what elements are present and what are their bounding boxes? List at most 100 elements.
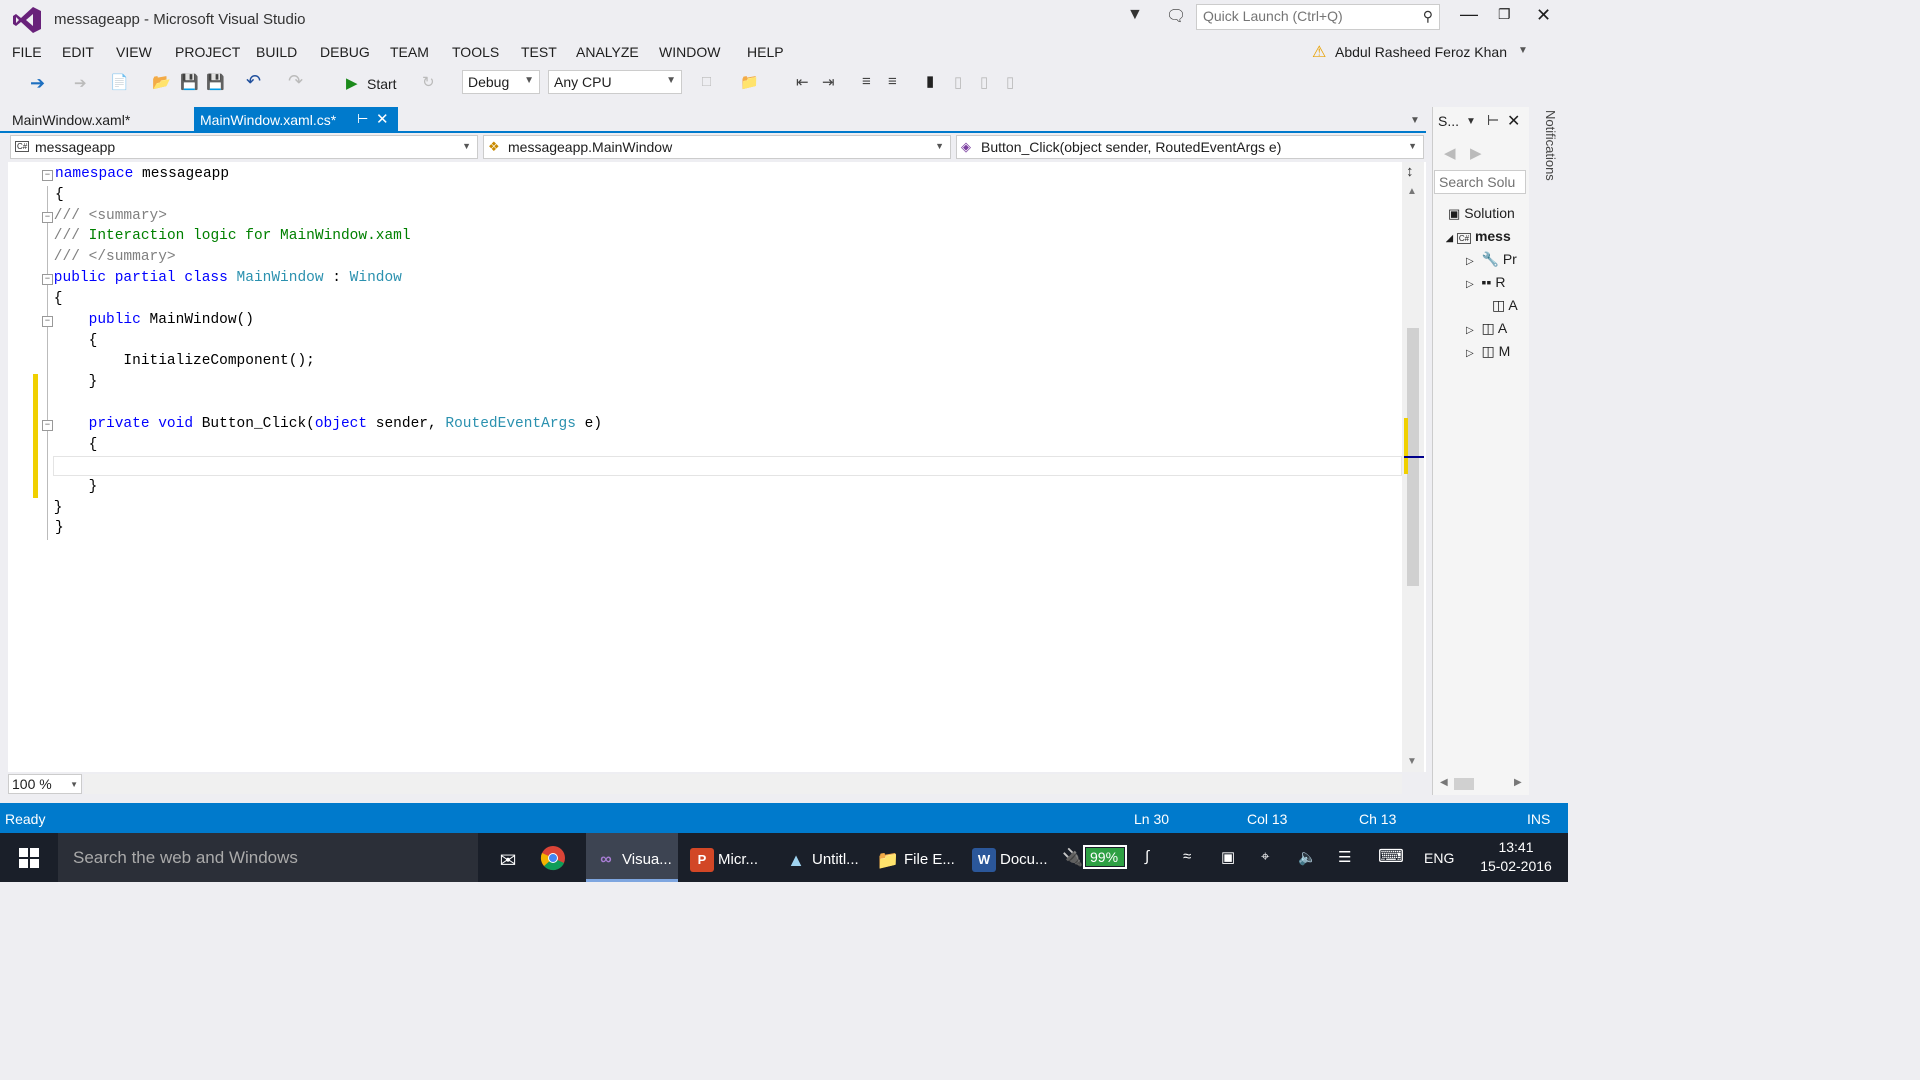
comment-icon[interactable]: ≡ xyxy=(862,73,871,90)
start-icon[interactable]: ▶ xyxy=(346,74,358,92)
account-dropdown-icon[interactable]: ▼ xyxy=(1518,45,1528,56)
user-account[interactable]: Abdul Rasheed Feroz Khan xyxy=(1335,44,1507,60)
tree-item-mainwindow-xaml[interactable]: ▷ ◫ M xyxy=(1466,343,1528,360)
close-tab-icon[interactable]: ✕ xyxy=(376,110,389,128)
notifications-tab[interactable]: Notifications xyxy=(1536,110,1558,200)
keyboard-icon[interactable]: ⌨ xyxy=(1378,846,1404,867)
step-over-icon[interactable]: ⇥ xyxy=(822,73,835,91)
quick-launch-input[interactable] xyxy=(1197,5,1419,27)
save-icon[interactable]: 💾 xyxy=(180,73,199,91)
split-icon[interactable]: ↕ xyxy=(1406,163,1414,180)
code-line[interactable]: namespace messageapp xyxy=(55,166,229,182)
next-bookmark-icon[interactable]: ▯ xyxy=(980,73,988,91)
minimize-button[interactable]: — xyxy=(1460,4,1478,25)
menu-edit[interactable]: EDIT xyxy=(62,44,94,60)
project-nav-dropdown[interactable]: C# messageapp ▼ xyxy=(10,135,478,159)
network-device-icon[interactable]: ≈ xyxy=(1183,848,1191,865)
menu-debug[interactable]: DEBUG xyxy=(320,44,370,60)
new-project-icon[interactable]: 📄 xyxy=(110,73,129,91)
quick-launch-box[interactable]: ⚲ xyxy=(1196,4,1440,30)
language-indicator[interactable]: ENG xyxy=(1424,850,1454,866)
panel-menu-icon[interactable]: ▼ xyxy=(1466,116,1476,127)
code-line[interactable]: private void Button_Click(object sender,… xyxy=(19,416,602,432)
undo-icon[interactable]: ↶ xyxy=(246,71,261,92)
step-icon[interactable]: ⇤ xyxy=(796,73,809,91)
member-nav-dropdown[interactable]: ◈ Button_Click(object sender, RoutedEven… xyxy=(956,135,1424,159)
solution-search-input[interactable]: Search Solu xyxy=(1434,170,1526,194)
action-center-icon[interactable]: ☰ xyxy=(1338,848,1351,866)
open-file-icon[interactable]: 📂 xyxy=(152,73,171,91)
back-icon[interactable]: ◀ xyxy=(1444,144,1456,162)
horizontal-scrollbar[interactable] xyxy=(84,774,1402,794)
restore-button[interactable]: ❐ xyxy=(1498,6,1511,23)
scroll-left-icon[interactable]: ◀ xyxy=(1440,777,1448,788)
code-line[interactable]: } xyxy=(19,479,98,495)
pin-icon[interactable]: ⊢ xyxy=(357,111,368,127)
find-in-files-icon[interactable]: 📁 xyxy=(740,73,759,91)
chrome-taskbar-button[interactable] xyxy=(540,833,580,882)
system-clock[interactable]: 13:41 15-02-2016 xyxy=(1466,838,1566,876)
prev-bookmark-icon[interactable]: ▯ xyxy=(954,73,962,91)
save-all-icon[interactable]: 💾 xyxy=(206,73,225,91)
code-line[interactable]: { xyxy=(19,437,98,453)
menu-project[interactable]: PROJECT xyxy=(175,44,240,60)
menu-help[interactable]: HELP xyxy=(747,44,784,60)
powerpoint-taskbar-button[interactable]: P Micr... xyxy=(682,833,772,882)
pin-icon[interactable]: ⊢ xyxy=(1487,112,1499,129)
menu-build[interactable]: BUILD xyxy=(256,44,297,60)
configuration-select[interactable]: Debug ▼ xyxy=(462,70,540,94)
menu-tools[interactable]: TOOLS xyxy=(452,44,499,60)
fold-toggle[interactable]: − xyxy=(42,170,53,181)
menu-window[interactable]: WINDOW xyxy=(659,44,720,60)
scroll-right-icon[interactable]: ▶ xyxy=(1514,777,1522,788)
platform-select[interactable]: Any CPU ▼ xyxy=(548,70,682,94)
bookmark-icon[interactable]: ▮ xyxy=(926,72,934,90)
tree-item-app-config[interactable]: ◫ A xyxy=(1492,297,1528,314)
code-line[interactable]: } xyxy=(55,520,64,536)
code-line[interactable]: { xyxy=(55,187,64,203)
menu-analyze[interactable]: ANALYZE xyxy=(576,44,639,60)
tab-overflow-icon[interactable]: ▼ xyxy=(1410,115,1420,126)
word-taskbar-button[interactable]: W Docu... xyxy=(964,833,1054,882)
search-icon[interactable]: ⚲ xyxy=(1423,8,1433,25)
bluetooth-icon[interactable]: ∫ xyxy=(1145,848,1149,865)
navigate-forward-icon[interactable]: ➔ xyxy=(74,74,87,92)
battery-tray-icon[interactable]: ▣ xyxy=(1221,848,1235,866)
type-nav-dropdown[interactable]: ❖ messageapp.MainWindow ▼ xyxy=(483,135,951,159)
visual-studio-taskbar-button[interactable]: ∞ Visua... xyxy=(586,833,678,882)
battery-indicator[interactable]: 99% xyxy=(1083,845,1127,869)
power-plug-icon[interactable]: 🔌 xyxy=(1062,848,1083,868)
tab-mainwindow-xaml[interactable]: MainWindow.xaml* xyxy=(0,107,194,131)
tree-item-project[interactable]: ◢ C# mess xyxy=(1446,228,1528,244)
file-explorer-taskbar-button[interactable]: 📁 File E... xyxy=(870,833,962,882)
menu-team[interactable]: TEAM xyxy=(390,44,429,60)
menu-view[interactable]: VIEW xyxy=(116,44,152,60)
zoom-level-select[interactable]: 100 % ▼ xyxy=(8,774,82,794)
code-line[interactable]: InitializeComponent(); xyxy=(19,353,314,369)
tree-item-app-xaml[interactable]: ▷ ◫ A xyxy=(1466,320,1528,337)
wifi-icon[interactable]: ⌖ xyxy=(1261,848,1269,865)
redo-icon[interactable]: ↷ xyxy=(288,71,303,92)
refresh-icon[interactable]: ↻ xyxy=(422,73,435,91)
clear-bookmarks-icon[interactable]: ▯ xyxy=(1006,73,1014,91)
close-panel-icon[interactable]: ✕ xyxy=(1507,111,1520,131)
forward-icon[interactable]: ▶ xyxy=(1470,144,1482,162)
tree-item-properties[interactable]: ▷ 🔧 Pr xyxy=(1466,251,1528,268)
menu-file[interactable]: FILE xyxy=(12,44,42,60)
horizontal-scroll-thumb[interactable] xyxy=(1454,778,1474,790)
volume-icon[interactable]: 🔈 xyxy=(1298,848,1317,866)
code-line[interactable]: /// Interaction logic for MainWindow.xam… xyxy=(19,228,411,244)
code-line[interactable]: public partial class MainWindow : Window xyxy=(19,270,402,286)
paint-taskbar-button[interactable]: ▲ Untitl... xyxy=(776,833,866,882)
code-line[interactable]: public MainWindow() xyxy=(19,312,254,328)
menu-test[interactable]: TEST xyxy=(521,44,557,60)
code-line[interactable]: } xyxy=(19,374,98,390)
scroll-down-icon[interactable]: ▼ xyxy=(1407,756,1417,767)
code-line[interactable]: /// </summary> xyxy=(19,249,176,265)
filter-icon[interactable]: ▼ xyxy=(1127,6,1143,24)
feedback-icon[interactable]: 🗨 xyxy=(1166,6,1186,26)
attach-icon[interactable]: □ xyxy=(702,73,711,90)
code-line[interactable]: { xyxy=(19,333,98,349)
code-line[interactable]: /// <summary> xyxy=(19,208,167,224)
taskbar-search[interactable]: Search the web and Windows xyxy=(58,833,478,882)
